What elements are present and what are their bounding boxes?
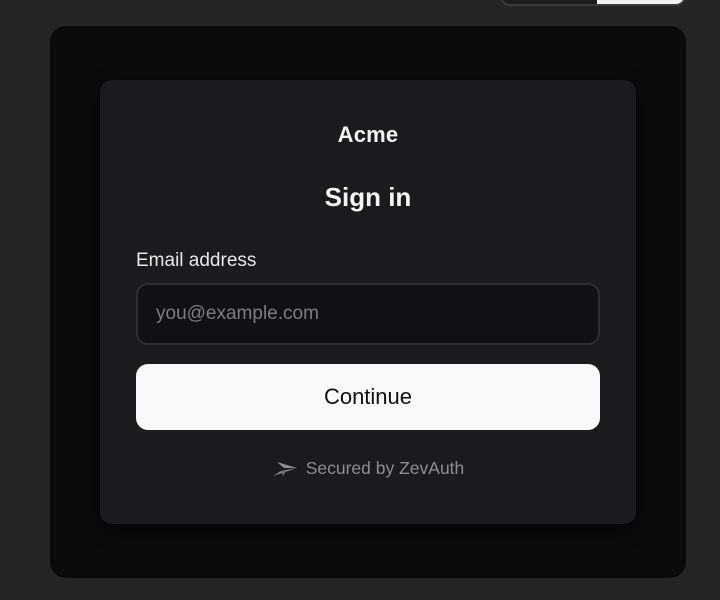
email-label: Email address xyxy=(136,250,257,271)
theme-toggle-light-option[interactable] xyxy=(597,0,684,4)
page-title: Sign in xyxy=(324,182,412,212)
email-field[interactable] xyxy=(136,283,600,345)
theme-toggle-dark-option[interactable] xyxy=(502,0,597,4)
continue-button[interactable]: Continue xyxy=(136,364,600,430)
preview-frame: Acme Sign in Email address Continue Secu… xyxy=(50,26,686,578)
sign-in-card: Acme Sign in Email address Continue Secu… xyxy=(100,80,636,524)
theme-toggle[interactable] xyxy=(500,0,686,6)
secured-by-text: Secured by ZevAuth xyxy=(305,458,465,478)
paper-plane-icon xyxy=(272,460,298,478)
secured-by-footer: Secured by ZevAuth xyxy=(100,458,636,479)
brand-name: Acme xyxy=(337,122,399,147)
